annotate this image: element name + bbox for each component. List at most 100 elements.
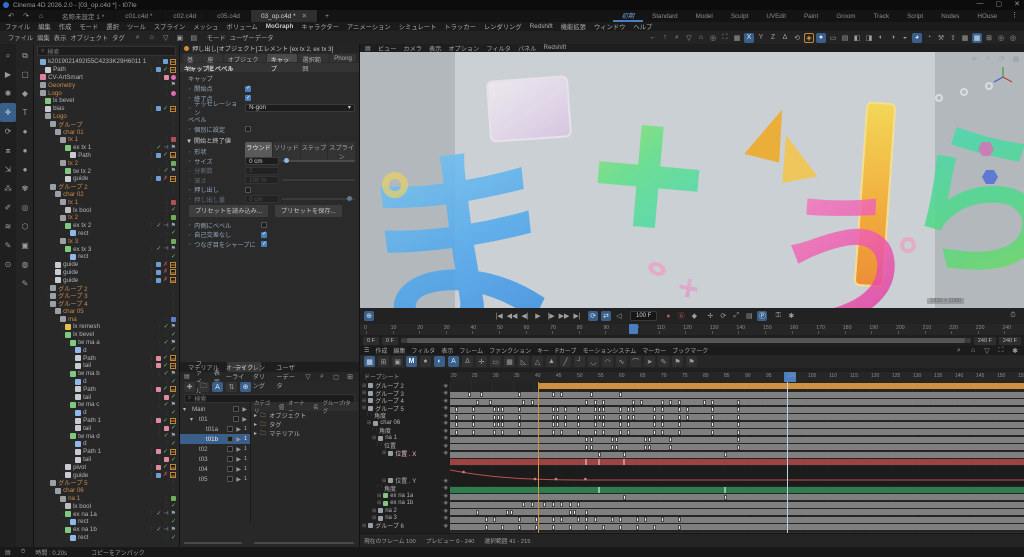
layout-tab-Nodes[interactable]: Nodes [932, 10, 968, 22]
keyframe[interactable] [627, 407, 631, 412]
keyframe[interactable] [530, 502, 534, 507]
take-column-値[interactable]: 値 [279, 403, 284, 411]
object-row[interactable]: · ma ⋮ [34, 315, 179, 323]
take-right-hscroll[interactable] [254, 542, 354, 544]
segments-field[interactable]: 1 [245, 166, 280, 175]
keyframe[interactable] [568, 524, 572, 530]
material-swatch[interactable] [155, 67, 161, 73]
document-tab[interactable]: c01.c4d * [115, 10, 164, 22]
layer-dots-icon[interactable]: ⋮ [164, 519, 169, 525]
timeline-tree-row[interactable]: ⊞ na 2 ◦◉ [360, 507, 450, 515]
keyframe[interactable] [669, 399, 673, 405]
material-swatch[interactable] [163, 59, 168, 65]
menu-ヘルプ[interactable]: ヘルプ [633, 22, 652, 31]
menu-キャラクター[interactable]: キャラクター [301, 22, 339, 31]
expand-icon[interactable]: · [57, 495, 59, 502]
keyframe[interactable] [551, 414, 555, 420]
expand-icon[interactable]: ⊞ [372, 508, 376, 514]
track-visibility-icons[interactable]: ◦◉ [442, 428, 450, 434]
expand-icon[interactable]: · [62, 246, 64, 253]
material-swatch[interactable] [155, 262, 161, 268]
key-track[interactable] [450, 459, 1024, 465]
track-visibility-icons[interactable]: ◦◉ [442, 500, 450, 506]
expand-icon[interactable]: · [52, 277, 54, 284]
layer-dots-icon[interactable]: ⋮ [157, 425, 162, 431]
nav-back-icon[interactable]: ← [648, 33, 658, 43]
layer-dots-icon[interactable]: ⋮ [171, 301, 176, 307]
layer-dots-icon[interactable]: ⋮ [164, 90, 169, 96]
record-position-icon[interactable]: ✛ [705, 311, 715, 321]
key-track[interactable] [450, 516, 1024, 523]
snap-enable-icon[interactable]: ▦ [972, 32, 982, 43]
keyframe[interactable] [619, 524, 622, 530]
soft-interp-icon[interactable]: ⌒ [630, 356, 641, 367]
expand-icon[interactable]: · [52, 487, 54, 494]
camera-icon[interactable]: ▶ [236, 446, 241, 453]
expand-icon[interactable]: ⊞ [362, 405, 366, 411]
ramp-icon[interactable]: △ [532, 356, 543, 367]
section-header[interactable]: キャップとベベル [180, 63, 359, 73]
align-tag-icon[interactable]: ⊣ [163, 145, 168, 151]
keyframe[interactable] [598, 452, 601, 457]
timeline-tree-row[interactable]: 🗀 角度 ◦◉ [360, 412, 450, 421]
filter-icon[interactable]: ▽ [303, 372, 313, 382]
animation-tag-icon[interactable]: ab [170, 362, 176, 369]
om-menu-オブジェクト[interactable]: オブジェクト [70, 33, 108, 42]
keyframe[interactable] [585, 437, 589, 442]
goto-end-button[interactable]: ▶| [572, 311, 582, 321]
keyframe[interactable] [623, 494, 627, 500]
menu-編集[interactable]: 編集 [38, 22, 51, 31]
timeline-tree-row[interactable]: ⊞ グループ 4 ◦◉ [360, 397, 450, 406]
keyframe-dot-icon[interactable]: ● [420, 356, 431, 367]
keyframe[interactable] [652, 407, 656, 412]
record-parameter-icon[interactable]: ▤ [744, 311, 754, 321]
take-row[interactable]: t01b ▶ 1 [180, 434, 250, 444]
take-row[interactable]: ▾ t01 ▶ [180, 414, 250, 424]
layer-dots-icon[interactable]: ⋮ [171, 184, 176, 190]
object-row[interactable]: · char 06 ⋮ [34, 487, 179, 495]
keyframe[interactable] [556, 407, 559, 412]
material-swatch[interactable] [155, 386, 161, 392]
disabled-x-icon[interactable]: ✗ [163, 277, 168, 283]
track-visibility-icons[interactable]: ◦◉ [442, 485, 450, 491]
keyframe[interactable] [669, 444, 673, 450]
track-visibility-icons[interactable]: ◦◉ [442, 420, 450, 426]
expand-icon[interactable]: · [72, 440, 74, 447]
expand-icon[interactable]: · [57, 238, 59, 245]
timeline-menu-Fカーブ[interactable]: Fカーブ [555, 346, 576, 355]
layout-tab-Model[interactable]: Model [687, 10, 722, 22]
object-row[interactable]: · rect ⋮ ✓ [34, 534, 179, 542]
enabled-check-icon[interactable]: ✓ [163, 106, 168, 112]
dock-icon[interactable]: ⊞ [345, 372, 355, 382]
keyframe[interactable] [493, 414, 496, 420]
disabled-x-icon[interactable]: ✗ [163, 472, 168, 478]
expand-icon[interactable]: ⊞ [377, 493, 381, 499]
attr-tab-座標[interactable]: 座標 [203, 54, 223, 73]
enabled-check-icon[interactable]: ✓ [171, 394, 176, 400]
pingpong-icon[interactable]: ⇄ [601, 311, 611, 321]
scatter-tool-icon[interactable]: ⁂ [0, 179, 16, 198]
play-icon[interactable]: ▶ [0, 65, 16, 84]
expand-icon[interactable]: · [67, 518, 69, 525]
keyframe[interactable] [644, 517, 648, 522]
keyframe[interactable] [610, 444, 614, 450]
layer-dots-icon[interactable]: ⋮ [157, 324, 162, 330]
am-menu-ユーザーデータ[interactable]: ユーザーデータ [230, 33, 274, 42]
keyframe[interactable] [501, 414, 505, 420]
keyframe[interactable] [568, 502, 572, 507]
keyframe[interactable] [472, 414, 475, 420]
object-row[interactable]: · Path ⋮ ✓ ab [34, 385, 179, 393]
layer-dots-icon[interactable]: ⋮ [171, 129, 176, 135]
keyframe[interactable] [619, 429, 622, 435]
range-end-field-2[interactable]: 240 F [998, 336, 1021, 345]
magnet-tool-icon[interactable]: ⊙ [0, 255, 16, 274]
flag-tag-icon[interactable]: ⚑ [171, 168, 176, 174]
keyframe[interactable] [560, 429, 564, 435]
object-row[interactable]: · tail ⋮ ✓ [34, 424, 179, 432]
enabled-check-icon[interactable]: ✓ [164, 168, 169, 174]
keyframe[interactable] [488, 399, 492, 405]
keyframe[interactable] [602, 524, 606, 530]
expand-icon[interactable]: ⊞ [362, 390, 366, 396]
keyframe[interactable] [711, 422, 715, 427]
layer-dots-icon[interactable]: ⋮ [157, 74, 162, 80]
